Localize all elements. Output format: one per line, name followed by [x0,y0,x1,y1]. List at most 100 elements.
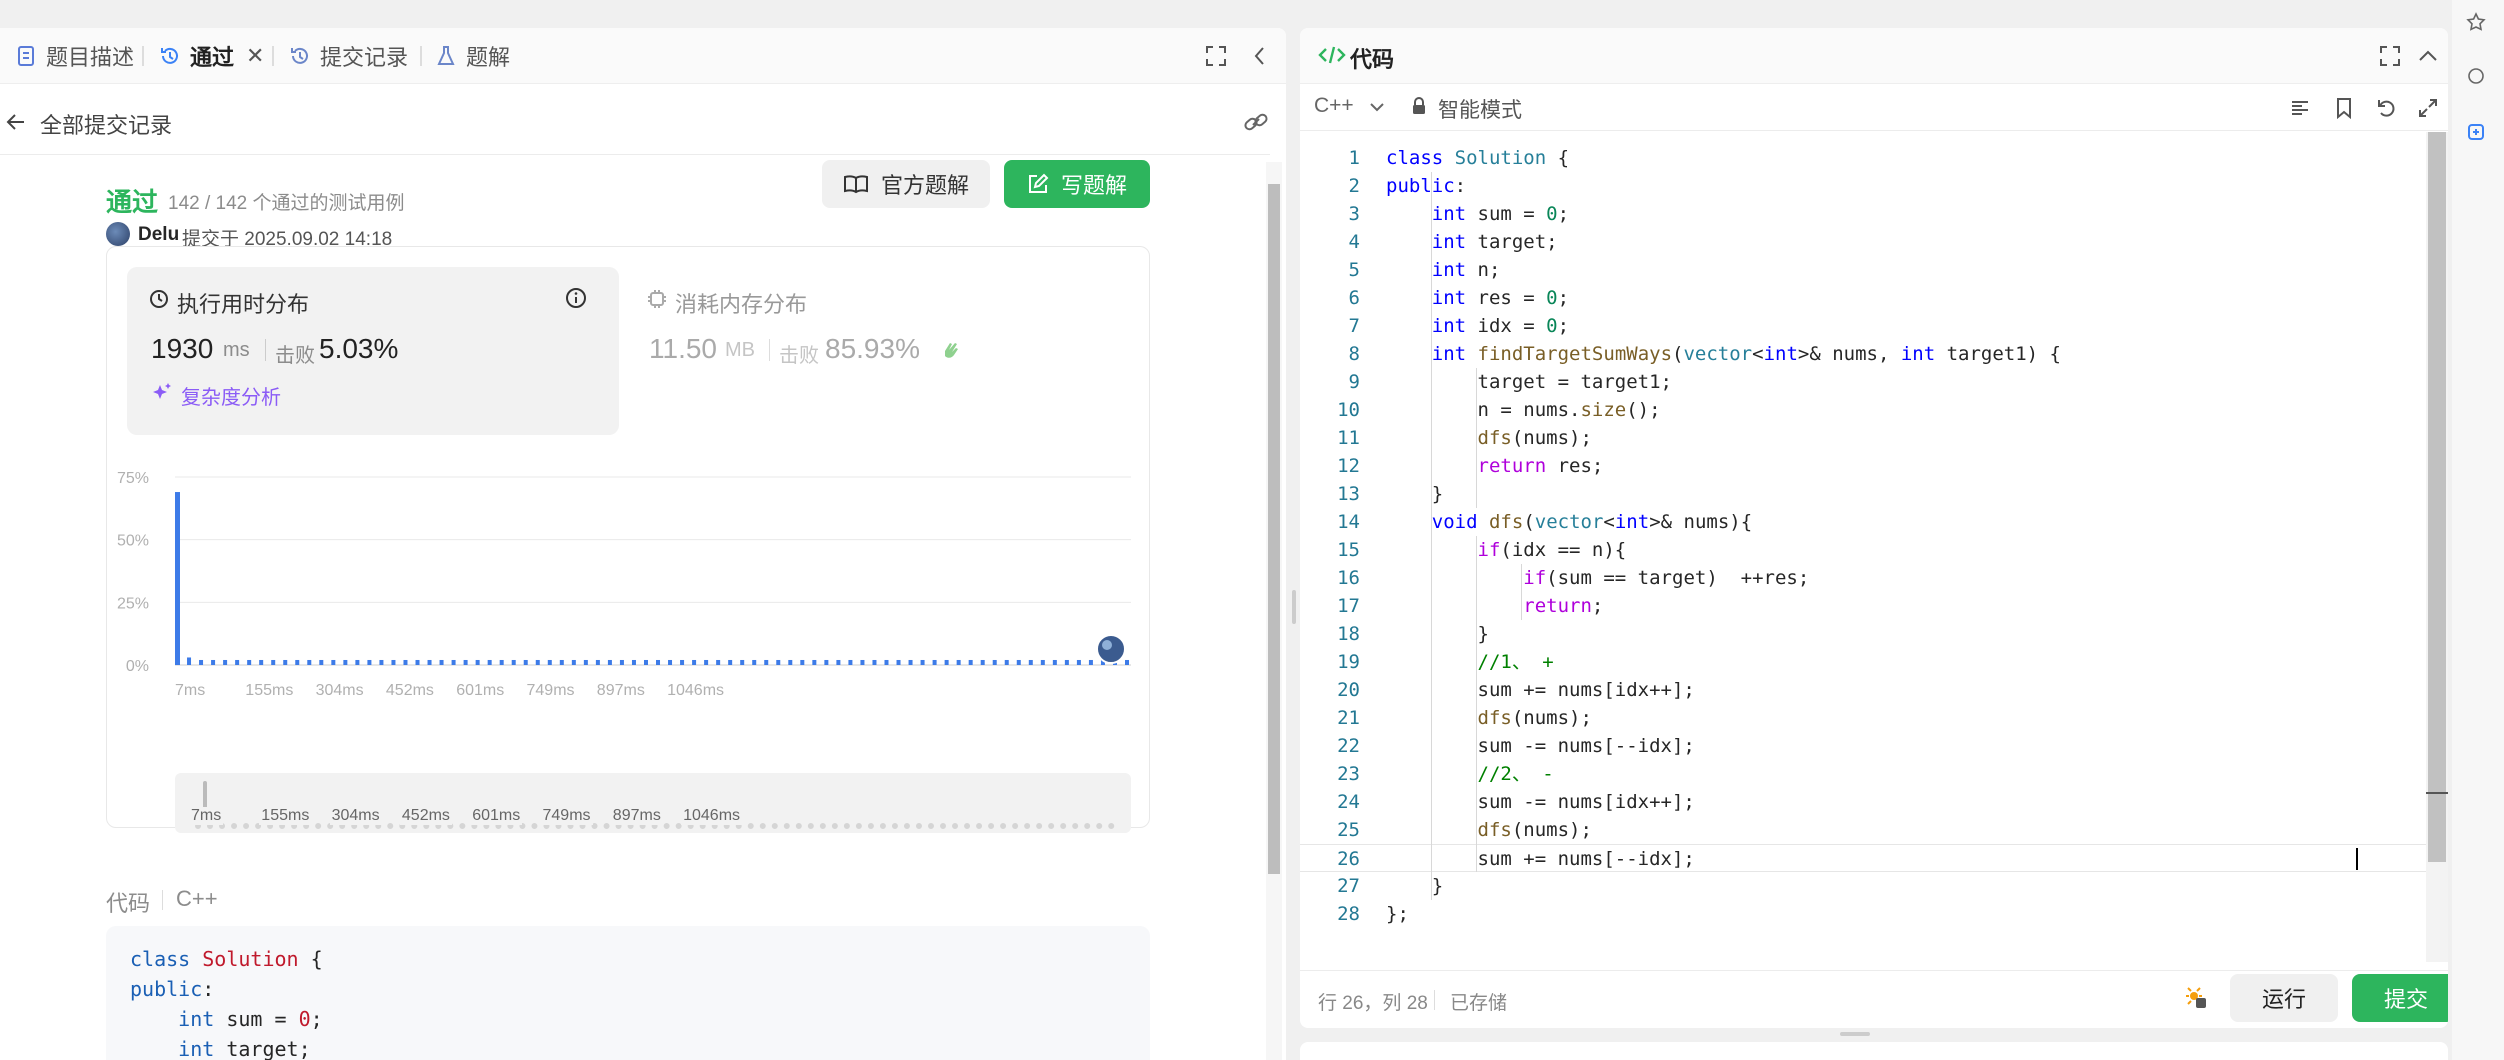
submit-button[interactable]: 提交 [2352,974,2448,1022]
brush-tick-label: 1046ms [681,807,743,825]
code-line[interactable]: 2 public: [1300,172,2426,200]
x-tick-label: 601ms [456,682,504,699]
bar [391,659,396,665]
expand-icon[interactable] [2412,92,2444,124]
bar [415,659,420,665]
tab-accepted[interactable]: 通过 ✕ [148,38,274,74]
code-line[interactable]: 21 dfs(nums); [1300,704,2426,732]
panel-splitter-horizontal[interactable] [1840,1032,1870,1036]
code-line[interactable]: 9 target = target1; [1300,368,2426,396]
code-line[interactable]: 12 return res; [1300,452,2426,480]
back-arrow-icon[interactable] [0,106,32,138]
smart-mode-label[interactable]: 智能模式 [1438,94,1522,124]
user-marker-avatar-highlight [1102,640,1112,650]
code-line[interactable]: 7 int idx = 0; [1300,312,2426,340]
chip-icon [647,289,667,314]
memory-box[interactable]: 消耗内存分布 11.50 MB 击败 85.93% [635,267,1127,435]
brush-tick-label: 155ms [259,807,312,825]
code-line[interactable]: 8 int findTargetSumWays(vector<int>& num… [1300,340,2426,368]
editor-scrollbar[interactable] [2426,132,2448,962]
info-icon[interactable] [565,287,587,314]
chevron-down-icon[interactable] [1368,98,1386,121]
line-content: if(sum == target) ++res; [1523,567,1810,589]
close-tab-icon[interactable]: ✕ [246,43,264,69]
runtime-box[interactable]: 执行用时分布 1930 ms 击败 5.03% 复杂度分析 [127,267,619,435]
circle-icon[interactable] [2466,66,2486,91]
code-line[interactable]: 26 sum += nums[--idx]; [1300,844,2426,872]
code-line[interactable]: 27 } [1300,872,2426,900]
code-line[interactable]: 20 sum += nums[idx++]; [1300,676,2426,704]
tab-submissions[interactable]: 提交记录 [278,38,418,74]
bar [319,659,324,665]
code-line[interactable]: 5 int n; [1300,256,2426,284]
chevron-up-icon[interactable] [2412,40,2444,72]
bar [1076,659,1081,665]
code-line[interactable]: 18 } [1300,620,2426,648]
scrollbar-track[interactable] [1266,162,1282,1060]
code-line[interactable]: 25 dfs(nums); [1300,816,2426,844]
complexity-analysis-link[interactable]: 复杂度分析 [181,381,281,410]
app-icon[interactable] [2466,122,2486,147]
reset-icon[interactable] [2370,92,2402,124]
line-number: 25 [1337,819,1360,841]
panel-splitter[interactable] [1292,590,1296,624]
format-icon[interactable] [2284,92,2316,124]
edit-icon [1027,173,1049,195]
language-select[interactable]: C++ [1314,94,1354,118]
code-editor[interactable]: 1 class Solution {2 public: 3 int sum = 0; 4… [1300,144,2426,984]
link-icon[interactable] [1240,106,1272,138]
divider [1300,970,2448,971]
line-content: dfs(nums); [1477,427,1592,449]
code-line[interactable]: 14 void dfs(vector<int>& nums){ [1300,508,2426,536]
line-number: 7 [1348,315,1360,337]
tab-divider [142,46,144,66]
code-line[interactable]: 19 //1、 + [1300,648,2426,676]
bookmark-icon[interactable] [2328,92,2360,124]
tab-solutions[interactable]: 题解 [424,38,520,74]
code-line[interactable]: 13 } [1300,480,2426,508]
collapse-left-icon[interactable] [1244,40,1276,72]
code-line[interactable]: 15 if(idx == n){ [1300,536,2426,564]
bar [523,659,528,665]
runtime-distribution-chart[interactable]: 75% 50% 25% 0% 7ms 155ms 304ms 452ms 601ms 749ms 8… [107,443,1151,715]
debug-icon[interactable] [2180,982,2208,1015]
code-preview: class Solution {public: int sum = 0; int… [106,926,1150,1060]
memory-beats: 85.93% [825,333,920,364]
browser-topbar [0,0,2504,24]
right-sidebar [2452,0,2504,1060]
runtime-value: 1930 [151,333,214,364]
code-line[interactable]: 28}; [1300,900,2426,928]
line-content: return res; [1477,455,1604,477]
x-tick-label: 155ms [245,682,293,699]
code-line[interactable]: 11 dfs(nums); [1300,424,2426,452]
code-line[interactable]: 3 int sum = 0; [1300,200,2426,228]
all-submissions-link[interactable]: 全部提交记录 [40,108,172,140]
run-button[interactable]: 运行 [2230,974,2338,1022]
bar [463,659,468,665]
code-line[interactable]: 24 sum -= nums[idx++]; [1300,788,2426,816]
code-line[interactable]: 6 int res = 0; [1300,284,2426,312]
code-line[interactable]: 1 class Solution { [1300,144,2426,172]
code-line[interactable]: 22 sum -= nums[--idx]; [1300,732,2426,760]
fullscreen-icon[interactable] [2374,40,2406,72]
scrollbar-thumb[interactable] [1268,184,1280,874]
code-line[interactable]: 23 //2、 - [1300,760,2426,788]
code-line[interactable]: 16 if(sum == target) ++res; [1300,564,2426,592]
write-solution-button[interactable]: 写题解 [1004,160,1150,208]
code-line[interactable]: 17 return; [1300,592,2426,620]
editor-scrollbar-thumb[interactable] [2428,132,2446,862]
star-icon[interactable] [2466,12,2486,37]
official-solution-button[interactable]: 官方题解 [822,160,990,208]
tab-description[interactable]: 题目描述 [4,38,144,74]
range-brush[interactable]: 7ms 155ms 304ms 452ms 601ms 749ms 897ms 1046ms [175,773,1131,833]
code-line[interactable]: 10 n = nums.size(); [1300,396,2426,424]
line-number: 20 [1337,679,1360,701]
x-tick-label: 897ms [597,682,645,699]
x-tick-label: 304ms [316,682,364,699]
fullscreen-icon[interactable] [1200,40,1232,72]
username[interactable]: Delu [138,224,179,246]
code-line[interactable]: 4 int target; [1300,228,2426,256]
bar [487,659,492,665]
submit-label: 提交 [2383,987,2428,1012]
line-content: int findTargetSumWays(vector<int>& nums,… [1431,343,2062,365]
